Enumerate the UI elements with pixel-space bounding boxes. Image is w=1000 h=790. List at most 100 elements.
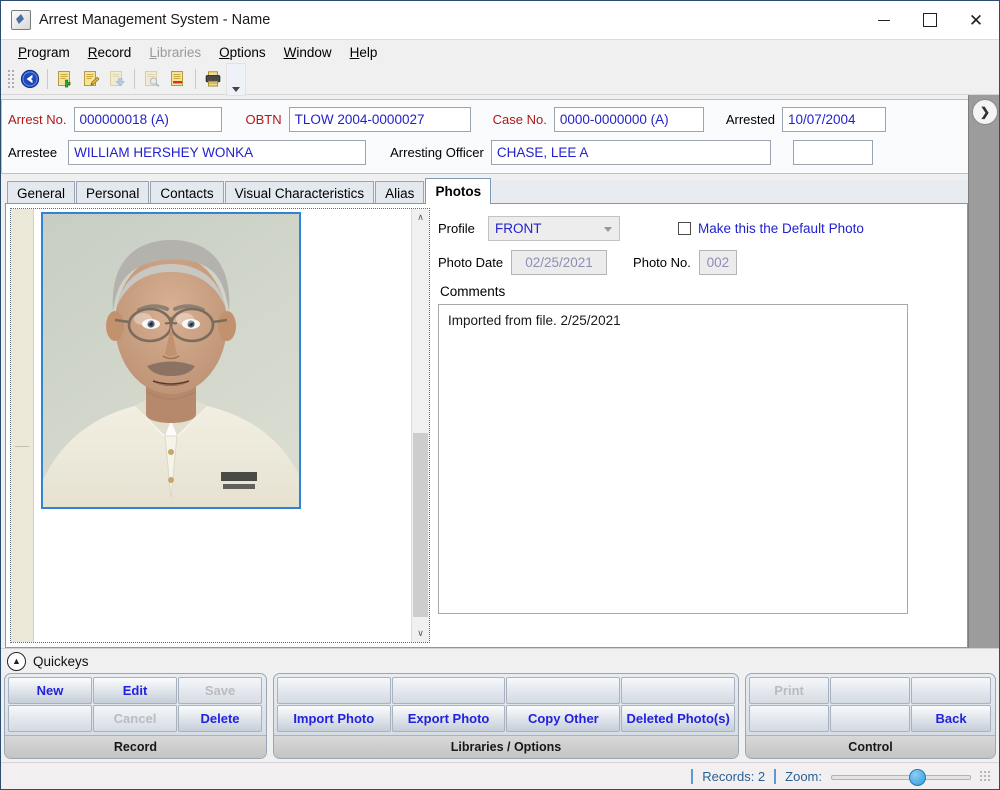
delete-record-icon[interactable] <box>165 66 191 92</box>
tab-zone: General Personal Contacts Visual Charact… <box>1 174 968 648</box>
toolbar-grip[interactable] <box>6 68 14 90</box>
control-blank-button-1[interactable] <box>830 677 911 704</box>
toolbar-separator <box>47 69 48 89</box>
menu-program[interactable]: Program <box>9 43 79 62</box>
quickeys-collapse-icon[interactable]: ▲ <box>7 651 26 671</box>
obtn-field[interactable]: TLOW 2004-0000027 <box>288 107 471 132</box>
libraries-blank-button-4[interactable] <box>621 677 736 704</box>
scrollbar-track[interactable] <box>412 226 429 625</box>
quickeys-groups: New Edit Save Cancel Delete Record Impor… <box>1 673 999 762</box>
tab-contacts[interactable]: Contacts <box>150 181 224 204</box>
import-photo-button[interactable]: Import Photo <box>276 705 391 732</box>
control-button-grid: Print Back <box>746 674 995 735</box>
photo-date-field[interactable]: 02/25/2021 <box>511 250 608 275</box>
chevron-down-icon <box>604 227 612 232</box>
arrestee-field[interactable]: WILLIAM HERSHEY WONKA <box>68 140 367 165</box>
arrest-header-panel: Arrest No. 000000018 (A) OBTN TLOW 2004-… <box>1 99 968 174</box>
libraries-blank-button-1[interactable] <box>276 677 391 704</box>
delete-button[interactable]: Delete <box>178 705 262 732</box>
app-diamond-icon <box>11 10 31 30</box>
header-row-1: Arrest No. 000000018 (A) OBTN TLOW 2004-… <box>2 106 968 133</box>
print-icon[interactable] <box>200 66 226 92</box>
back-icon[interactable] <box>17 66 43 92</box>
case-no-field[interactable]: 0000-0000000 (A) <box>553 107 704 132</box>
deleted-photos-button[interactable]: Deleted Photo(s) <box>621 705 736 732</box>
export-photo-button[interactable]: Export Photo <box>391 705 506 732</box>
profile-row: Profile FRONT Make this the Default Phot… <box>438 216 967 241</box>
record-blank-button[interactable] <box>8 705 92 732</box>
photo-list-scrollbar[interactable]: ∧ ∨ <box>411 209 429 642</box>
overflow-chevron-icon[interactable] <box>226 62 246 96</box>
record-row-2: Cancel Delete <box>8 705 263 732</box>
libraries-group-footer: Libraries / Options <box>273 735 739 758</box>
obtn-label: OBTN <box>245 112 282 127</box>
case-no-label: Case No. <box>492 112 547 127</box>
mugshot-image <box>43 214 299 507</box>
scroll-up-icon[interactable]: ∧ <box>412 209 429 226</box>
edit-record-icon[interactable] <box>78 66 104 92</box>
control-row-1: Print <box>749 677 992 704</box>
tab-general[interactable]: General <box>7 181 76 204</box>
default-photo-label[interactable]: Make this the Default Photo <box>698 221 864 236</box>
maximize-button[interactable] <box>907 1 953 39</box>
menu-libraries[interactable]: Libraries <box>140 43 210 62</box>
tab-alias[interactable]: Alias <box>375 181 425 204</box>
photo-list[interactable]: ∧ ∨ <box>10 208 430 643</box>
minimize-button[interactable] <box>861 1 907 39</box>
arrested-label: Arrested <box>725 112 775 127</box>
close-button[interactable]: ✕ <box>953 1 999 39</box>
tab-photos[interactable]: Photos <box>425 178 492 204</box>
default-photo-checkbox[interactable] <box>678 222 691 235</box>
scrollbar-thumb[interactable] <box>413 433 428 617</box>
chevron-right-icon[interactable]: ❯ <box>972 99 998 125</box>
back-button[interactable]: Back <box>911 705 992 732</box>
record-row-1: New Edit Save <box>8 677 263 704</box>
resize-grip[interactable] <box>979 769 992 783</box>
zoom-slider-track[interactable] <box>831 775 971 780</box>
toolbar <box>1 62 999 96</box>
libraries-row-2: Import Photo Export Photo Copy Other Del… <box>276 705 736 732</box>
zoom-slider-knob[interactable] <box>909 769 927 786</box>
copy-other-button[interactable]: Copy Other <box>506 705 621 732</box>
photo-thumbnail[interactable] <box>41 212 301 509</box>
arresting-officer-field[interactable]: CHASE, LEE A <box>490 140 771 165</box>
libraries-blank-button-3[interactable] <box>506 677 621 704</box>
application-window: Arrest Management System - Name ✕ Progra… <box>0 0 1000 790</box>
records-count: Records: 2 <box>702 768 766 784</box>
toolbar-separator-3 <box>195 69 196 89</box>
control-blank-button-3[interactable] <box>749 705 830 732</box>
arrest-no-label: Arrest No. <box>8 112 67 127</box>
body-area: Arrest No. 000000018 (A) OBTN TLOW 2004-… <box>1 95 999 648</box>
menu-window[interactable]: Window <box>275 43 341 62</box>
cancel-button: Cancel <box>93 705 177 732</box>
scroll-down-icon[interactable]: ∨ <box>412 625 429 642</box>
zoom-slider[interactable] <box>831 769 971 786</box>
new-record-icon[interactable] <box>52 66 78 92</box>
menu-options[interactable]: Options <box>210 43 275 62</box>
tab-personal[interactable]: Personal <box>76 181 150 204</box>
quickeys-header[interactable]: ▲ Quickeys <box>1 649 999 673</box>
edit-button[interactable]: Edit <box>93 677 177 704</box>
arrest-no-field[interactable]: 000000018 (A) <box>73 107 222 132</box>
menu-record[interactable]: Record <box>79 43 141 62</box>
profile-select[interactable]: FRONT <box>488 216 620 241</box>
quickeys-group-libraries-options: Import Photo Export Photo Copy Other Del… <box>272 673 740 759</box>
title-bar: Arrest Management System - Name ✕ <box>1 1 999 40</box>
quickeys-group-control: Print Back Control <box>745 673 996 759</box>
menu-help[interactable]: Help <box>341 43 387 62</box>
libraries-row-1 <box>276 677 736 704</box>
control-blank-button-2[interactable] <box>911 677 992 704</box>
tab-visual-characteristics[interactable]: Visual Characteristics <box>224 181 375 204</box>
photo-date-row: Photo Date 02/25/2021 Photo No. 002 <box>438 250 967 275</box>
comments-textarea[interactable]: Imported from file. 2/25/2021 <box>438 304 908 614</box>
main-area: Arrest No. 000000018 (A) OBTN TLOW 2004-… <box>1 95 968 648</box>
control-blank-button-4[interactable] <box>830 705 911 732</box>
new-button[interactable]: New <box>8 677 92 704</box>
header-extra-field[interactable] <box>792 140 873 165</box>
zoom-label: Zoom: <box>785 768 822 784</box>
libraries-blank-button-2[interactable] <box>391 677 506 704</box>
quickeys-title: Quickeys <box>33 653 89 669</box>
print-button: Print <box>749 677 830 704</box>
comments-label: Comments <box>440 284 506 299</box>
arrested-date-field[interactable]: 10/07/2004 <box>781 107 886 132</box>
